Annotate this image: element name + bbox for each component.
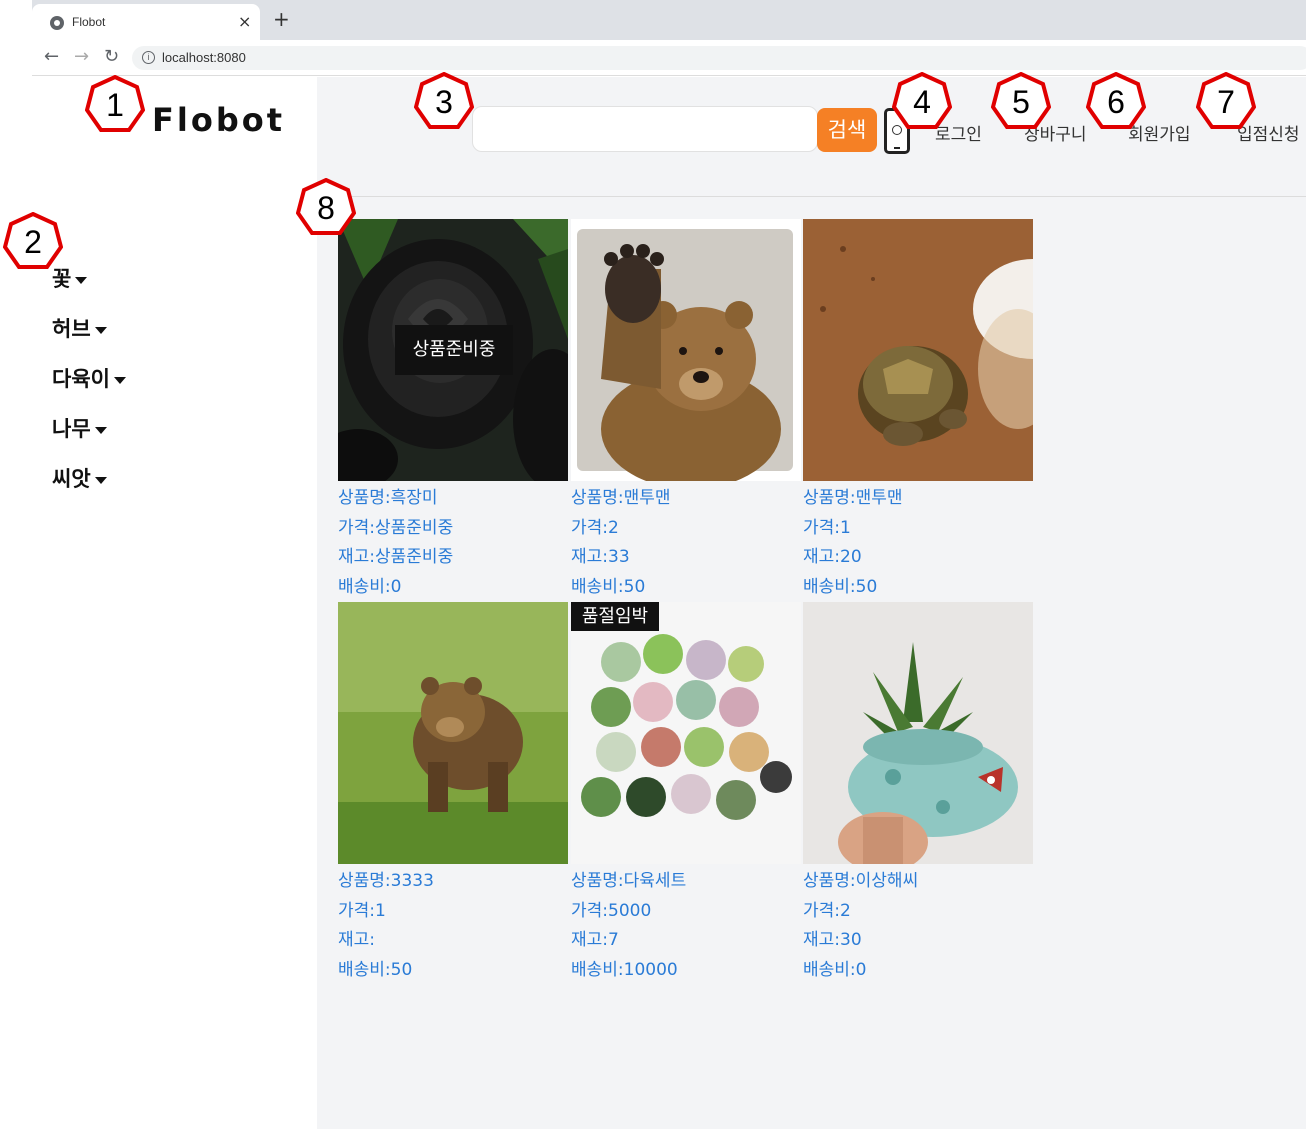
- marker-number: 2: [24, 224, 42, 260]
- annotation-marker: 2: [2, 211, 64, 272]
- site-logo[interactable]: Flobot: [152, 101, 285, 139]
- product-stock: 재고:7: [571, 930, 619, 950]
- product-name: 상품명:3333: [338, 871, 434, 891]
- product-stock: 재고:20: [803, 547, 862, 567]
- address-bar[interactable]: i localhost:8080: [132, 46, 1306, 70]
- browser-tab[interactable]: Flobot ×: [32, 4, 260, 40]
- product-stock: 재고:: [338, 930, 376, 950]
- category-item-tree[interactable]: 나무: [52, 413, 126, 463]
- product-info: 상품명:이상해씨 가격:2 재고:30 배송비:0: [803, 867, 918, 985]
- product-shipping: 배송비:50: [571, 576, 646, 597]
- category-label: 나무: [52, 417, 91, 441]
- product-price: 가격:5000: [571, 900, 652, 921]
- product-info: 상품명:3333 가격:1 재고: 배송비:50: [338, 867, 434, 985]
- tab-close-icon[interactable]: ×: [238, 12, 251, 31]
- category-label: 허브: [52, 317, 91, 341]
- marker-number: 7: [1217, 84, 1235, 120]
- category-menu: 꽃 허브 다육이 나무 씨앗: [52, 263, 126, 513]
- product-name: 상품명:다육세트: [571, 871, 687, 891]
- product-shipping: 배송비:0: [803, 959, 867, 980]
- caret-down-icon: [94, 476, 107, 484]
- marker-number: 5: [1012, 84, 1030, 120]
- caret-down-icon: [94, 426, 107, 434]
- product-name: 상품명:흑장미: [338, 488, 438, 508]
- category-item-succulent[interactable]: 다육이: [52, 363, 126, 413]
- product-image-bear-waving[interactable]: [571, 219, 801, 481]
- info-icon[interactable]: i: [142, 51, 155, 64]
- product-info: 상품명:맨투맨 가격:2 재고:33 배송비:50: [571, 484, 671, 602]
- category-item-flower[interactable]: 꽃: [52, 263, 126, 313]
- marker-number: 8: [317, 190, 335, 226]
- marker-number: 1: [106, 87, 124, 123]
- product-image-bulbasaur-pot[interactable]: [803, 602, 1033, 864]
- annotation-marker: 8: [295, 177, 357, 238]
- marker-number: 4: [913, 84, 931, 120]
- product-shipping: 배송비:50: [803, 576, 878, 597]
- product-stock: 재고:상품준비중: [338, 547, 454, 567]
- url-text: localhost:8080: [162, 50, 246, 65]
- product-price: 가격:2: [571, 517, 619, 538]
- product-image-bear-grass[interactable]: [338, 602, 568, 864]
- main-content: 검색 로그인 장바구니 회원가입 입점신청 상품준비중 상품명:흑장미 가격:상…: [317, 77, 1306, 1129]
- product-info: 상품명:맨투맨 가격:1 재고:20 배송비:50: [803, 484, 903, 602]
- product-name: 상품명:맨투맨: [571, 488, 671, 508]
- marker-number: 6: [1107, 84, 1125, 120]
- tab-title: Flobot: [72, 15, 106, 29]
- category-label: 씨앗: [52, 467, 91, 491]
- product-image-succulent-set[interactable]: 품절임박: [571, 602, 801, 864]
- annotation-marker: 4: [891, 71, 953, 132]
- annotation-marker: 7: [1195, 71, 1257, 132]
- marker-number: 3: [435, 84, 453, 120]
- product-info: 상품명:흑장미 가격:상품준비중 재고:상품준비중 배송비:0: [338, 484, 453, 602]
- annotation-marker: 6: [1085, 71, 1147, 132]
- product-stock: 재고:30: [803, 930, 862, 950]
- new-tab-icon[interactable]: +: [273, 7, 290, 31]
- browser-toolbar: ← → ↻ i localhost:8080: [32, 40, 1306, 76]
- back-arrow-icon[interactable]: ←: [44, 46, 59, 67]
- product-price: 가격:2: [803, 900, 851, 921]
- search-input[interactable]: [472, 106, 818, 152]
- reload-icon[interactable]: ↻: [104, 46, 119, 67]
- product-info: 상품명:다육세트 가격:5000 재고:7 배송비:10000: [571, 867, 686, 985]
- product-name: 상품명:맨투맨: [803, 488, 903, 508]
- category-item-seed[interactable]: 씨앗: [52, 463, 126, 513]
- low-stock-badge: 품절임박: [571, 602, 659, 631]
- product-name: 상품명:이상해씨: [803, 871, 919, 891]
- product-shipping: 배송비:0: [338, 576, 402, 597]
- caret-down-icon: [75, 276, 88, 284]
- search-button[interactable]: 검색: [817, 108, 877, 152]
- caret-down-icon: [94, 326, 107, 334]
- product-shipping: 배송비:10000: [571, 959, 678, 980]
- globe-icon: [50, 16, 64, 30]
- page: Flobot 꽃 허브 다육이 나무 씨앗 검색 로그인 장바구니 회원가입 입…: [0, 77, 1306, 1129]
- category-item-herb[interactable]: 허브: [52, 313, 126, 363]
- preparing-badge: 상품준비중: [395, 325, 513, 375]
- header-divider: [317, 196, 1306, 197]
- annotation-marker: 1: [84, 74, 146, 135]
- product-stock: 재고:33: [571, 547, 630, 567]
- annotation-marker: 5: [990, 71, 1052, 132]
- browser-tab-bar: Flobot × +: [32, 0, 1306, 40]
- product-price: 가격:1: [803, 517, 851, 538]
- annotation-marker: 3: [413, 71, 475, 132]
- caret-down-icon: [113, 376, 126, 384]
- forward-arrow-icon[interactable]: →: [74, 46, 89, 67]
- product-image-tortoise[interactable]: [803, 219, 1033, 481]
- product-price: 가격:1: [338, 900, 386, 921]
- product-image-black-rose[interactable]: 상품준비중: [338, 219, 568, 481]
- product-shipping: 배송비:50: [338, 959, 413, 980]
- product-price: 가격:상품준비중: [338, 517, 454, 538]
- category-label: 다육이: [52, 367, 110, 391]
